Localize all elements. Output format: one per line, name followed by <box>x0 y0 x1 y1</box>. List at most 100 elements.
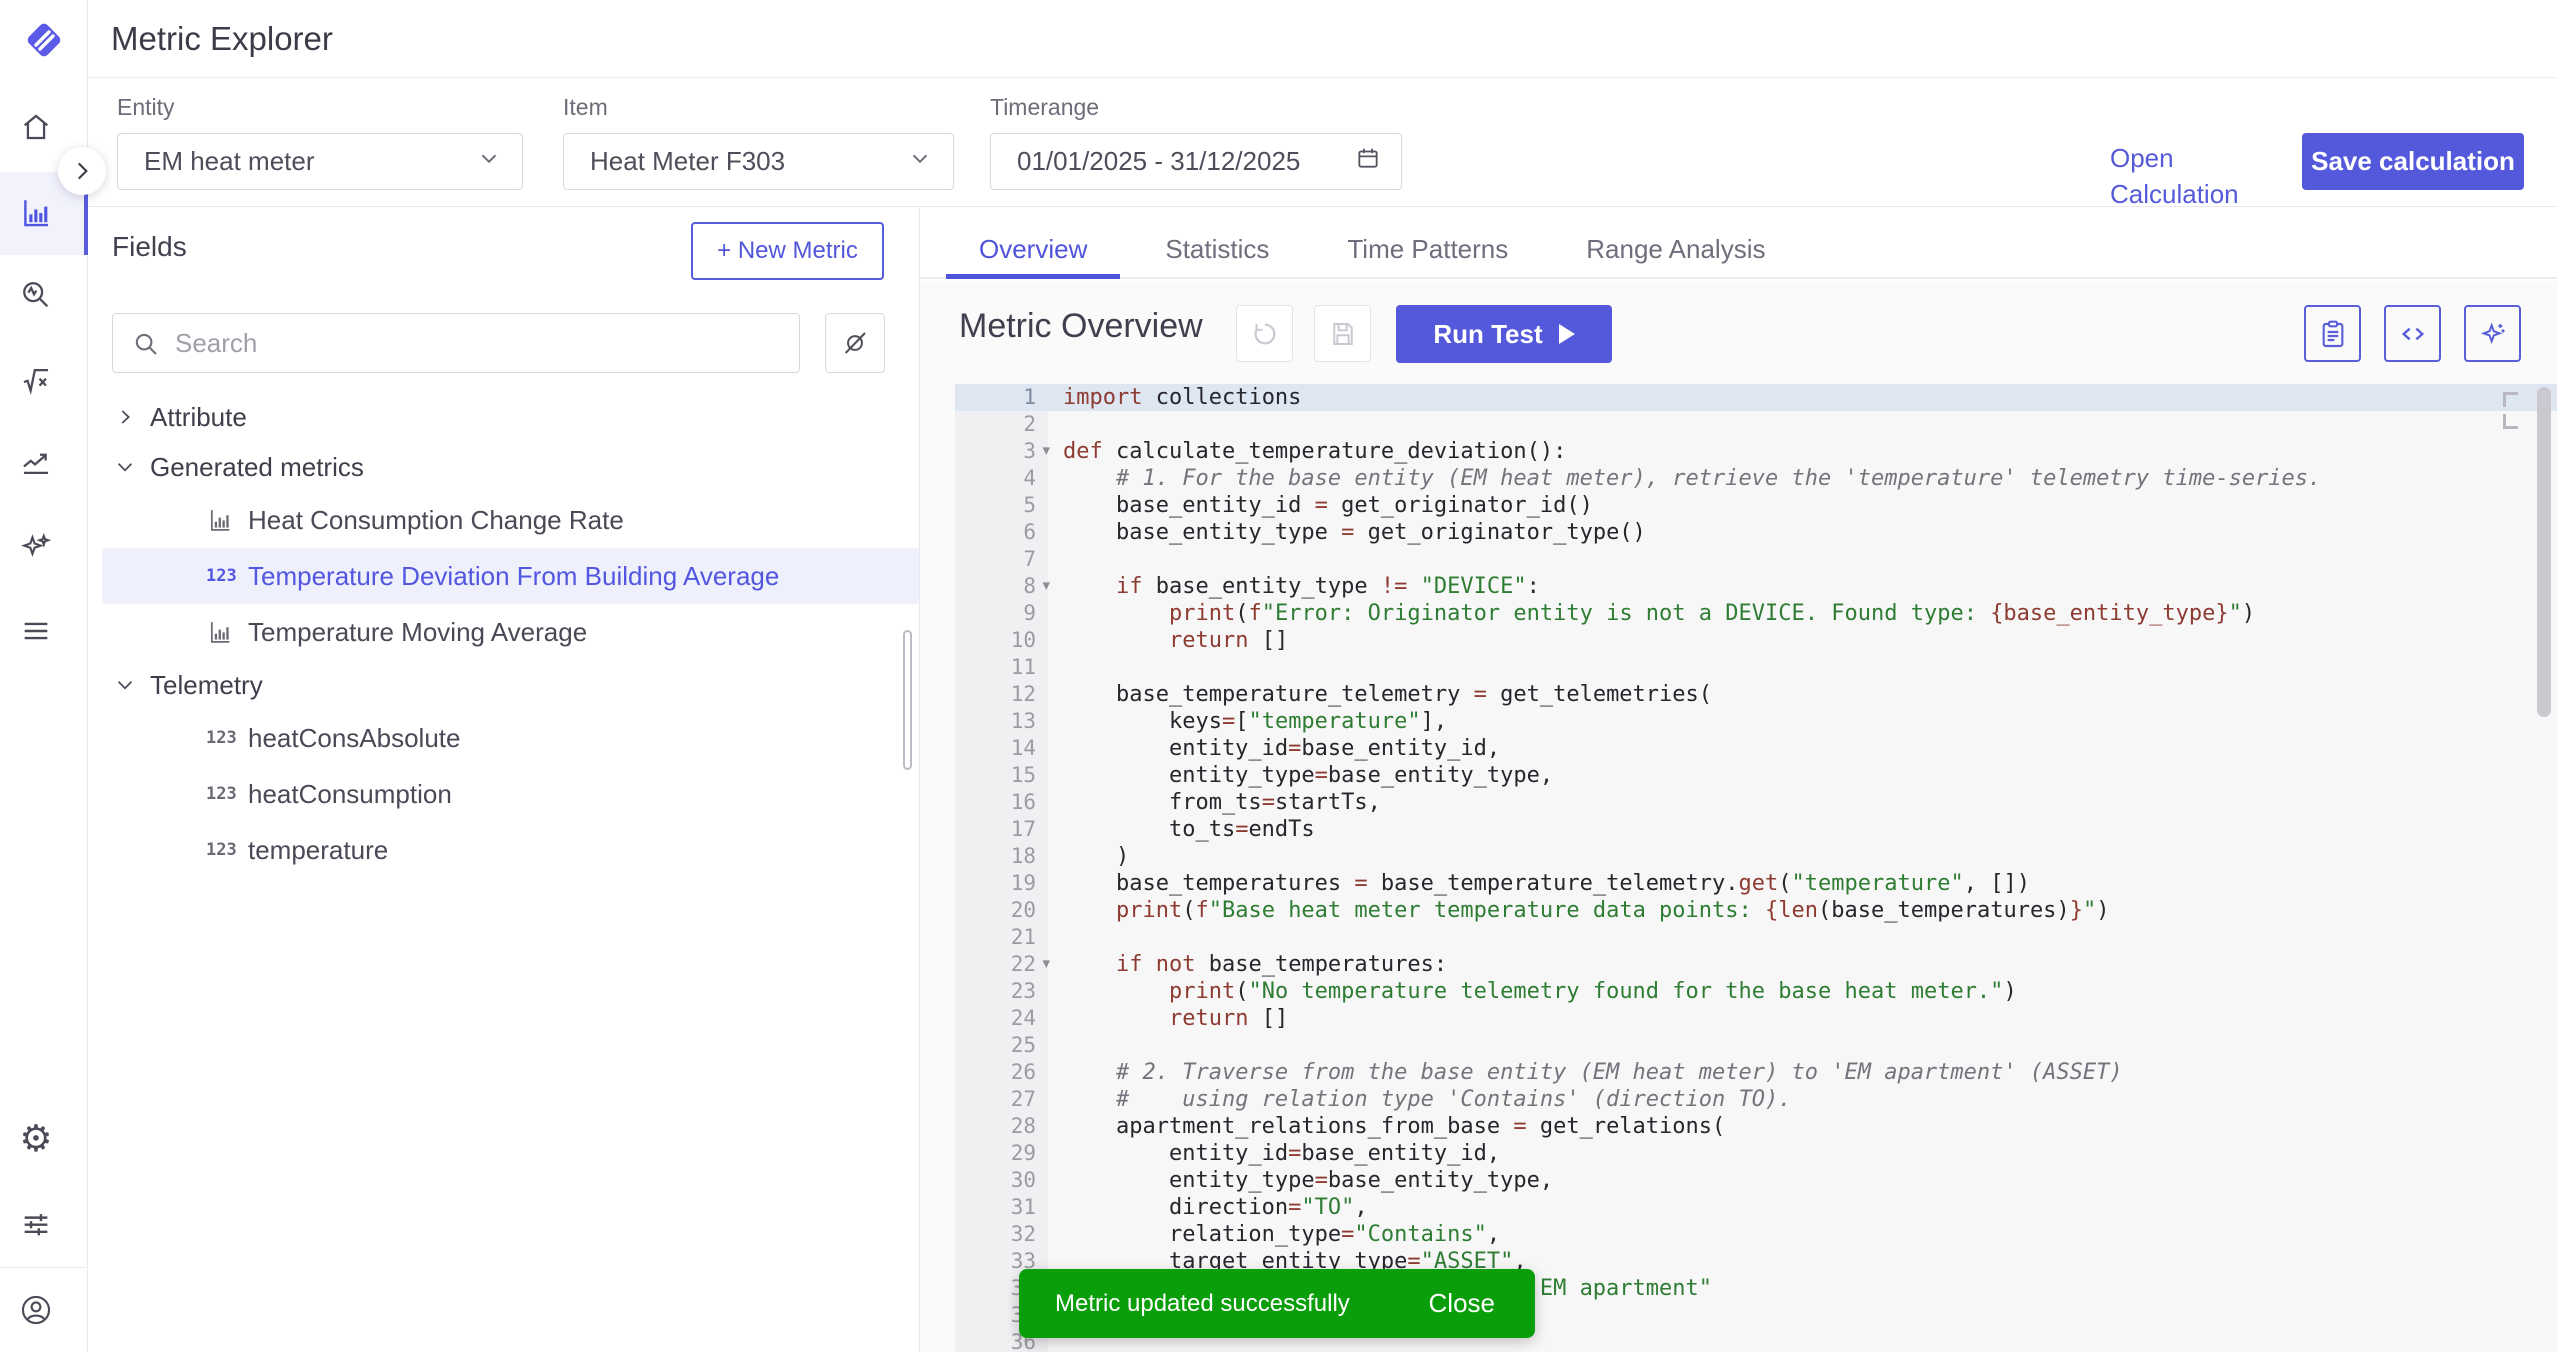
tree-section-generated-metrics[interactable]: Generated metrics <box>88 442 919 492</box>
copy-report-button[interactable] <box>2304 305 2361 362</box>
tree-section-label: Generated metrics <box>150 452 364 483</box>
chevron-down-icon <box>114 455 138 479</box>
code-line: 12 base_temperature_telemetry = get_tele… <box>955 681 2557 708</box>
tree-item-label: Temperature Deviation From Building Aver… <box>248 561 779 592</box>
line-number: 9 <box>955 600 1048 627</box>
save-draft-button[interactable] <box>1314 305 1371 362</box>
tree-section-attribute[interactable]: Attribute <box>88 392 919 442</box>
settings-gear-icon[interactable]: ⚙ <box>18 1121 54 1157</box>
line-number: 25 <box>955 1032 1048 1059</box>
code-line: 1import collections <box>955 384 2557 411</box>
line-number: 24 <box>955 1005 1048 1032</box>
tree-section-label: Attribute <box>150 402 247 433</box>
line-number: 10 <box>955 627 1048 654</box>
code-text: ) <box>1048 843 2557 870</box>
tree-item-heatconsabsolute[interactable]: 123heatConsAbsolute <box>102 710 919 766</box>
fields-panel-title: Fields <box>112 231 187 263</box>
code-line: 19 base_temperatures = base_temperature_… <box>955 870 2557 897</box>
preferences-sliders-icon[interactable] <box>18 1206 54 1242</box>
tab-overview[interactable]: Overview <box>946 221 1120 279</box>
tree-section-label: Telemetry <box>150 670 263 701</box>
refresh-icon <box>1250 319 1280 349</box>
code-text: base_temperatures = base_temperature_tel… <box>1048 870 2557 897</box>
editor-scrollbar[interactable] <box>2537 387 2551 717</box>
toast-close-button[interactable]: Close <box>1429 1288 1495 1319</box>
save-calculation-button[interactable]: Save calculation <box>2302 133 2524 190</box>
code-line: 14 entity_id=base_entity_id, <box>955 735 2557 762</box>
tree-item-heat-consumption-change-rate[interactable]: Heat Consumption Change Rate <box>102 492 919 548</box>
main-area: OverviewStatisticsTime PatternsRange Ana… <box>920 207 2557 1352</box>
fields-scrollbar[interactable] <box>903 630 912 770</box>
code-line: 15 entity_type=base_entity_type, <box>955 762 2557 789</box>
tab-statistics[interactable]: Statistics <box>1132 221 1302 279</box>
tab-range-analysis[interactable]: Range Analysis <box>1553 221 1798 279</box>
tree-item-temperature[interactable]: 123temperature <box>102 822 919 878</box>
app-logo-icon[interactable] <box>22 18 66 62</box>
item-select[interactable]: Heat Meter F303 <box>563 133 954 190</box>
user-avatar-icon[interactable] <box>18 1292 54 1328</box>
ai-assist-button[interactable] <box>2464 305 2521 362</box>
line-number: 15 <box>955 762 1048 789</box>
fold-marker-icon[interactable]: ▾ <box>1042 437 1050 464</box>
filter-bar: Entity EM heat meter Item Heat Meter F30… <box>88 78 2557 207</box>
open-calculation-link[interactable]: Open Calculation <box>2110 140 2280 176</box>
formula-sqrt-icon[interactable] <box>18 362 54 398</box>
line-number: 21 <box>955 924 1048 951</box>
code-view-button[interactable] <box>2384 305 2441 362</box>
trend-analysis-icon[interactable] <box>18 445 54 481</box>
code-text <box>1048 924 2557 951</box>
timerange-input[interactable]: 01/01/2025 - 31/12/2025 <box>990 133 1402 190</box>
code-line: 11 <box>955 654 2557 681</box>
tree-item-label: Heat Consumption Change Rate <box>248 505 624 536</box>
tree-item-temperature-moving-average[interactable]: Temperature Moving Average <box>102 604 919 660</box>
code-line: 29 entity_id=base_entity_id, <box>955 1140 2557 1167</box>
tab-time-patterns[interactable]: Time Patterns <box>1314 221 1541 279</box>
search-input[interactable] <box>175 314 789 372</box>
code-text: entity_id=base_entity_id, <box>1048 735 2557 762</box>
code-text: entity_id=base_entity_id, <box>1048 1140 2557 1167</box>
metric-overview-title: Metric Overview <box>959 307 1203 346</box>
tree-section-telemetry[interactable]: Telemetry <box>88 660 919 710</box>
code-editor[interactable]: 1import collections23▾def calculate_temp… <box>955 384 2557 1352</box>
code-text: return [] <box>1048 1005 2557 1032</box>
code-line: 24 return [] <box>955 1005 2557 1032</box>
editor-expand-icon[interactable] <box>2503 392 2529 430</box>
tree-item-temperature-deviation-from-building-average[interactable]: 123Temperature Deviation From Building A… <box>102 548 919 604</box>
entity-select[interactable]: EM heat meter <box>117 133 523 190</box>
code-line: 10 return [] <box>955 627 2557 654</box>
explore-search-icon[interactable] <box>18 277 54 313</box>
sidebar-expand-button[interactable] <box>58 147 106 195</box>
code-line: 7 <box>955 546 2557 573</box>
code-line: 4 # 1. For the base entity (EM heat mete… <box>955 465 2557 492</box>
ai-sparkles-icon[interactable] <box>18 530 54 566</box>
eye-off-icon <box>839 327 871 359</box>
fold-marker-icon[interactable]: ▾ <box>1042 572 1050 599</box>
timerange-value: 01/01/2025 - 31/12/2025 <box>1017 146 1355 177</box>
line-number: 19 <box>955 870 1048 897</box>
entity-label: Entity <box>117 94 175 121</box>
code-line: 18 ) <box>955 843 2557 870</box>
metric-explorer-nav-icon[interactable] <box>18 195 54 231</box>
item-value: Heat Meter F303 <box>590 146 907 177</box>
calendar-icon <box>1355 145 1381 178</box>
tree-item-heatconsumption[interactable]: 123heatConsumption <box>102 766 919 822</box>
fields-panel: Fields + New Metric Attribute Generated m… <box>88 207 920 1352</box>
toggle-hidden-fields-button[interactable] <box>825 313 885 373</box>
chevron-down-icon <box>476 145 502 178</box>
line-number: 7 <box>955 546 1048 573</box>
code-text: def calculate_temperature_deviation(): <box>1048 438 2557 465</box>
fold-marker-icon[interactable]: ▾ <box>1042 950 1050 977</box>
line-number: 26 <box>955 1059 1048 1086</box>
reset-button[interactable] <box>1236 305 1293 362</box>
fields-search <box>112 313 800 373</box>
menu-list-icon[interactable] <box>18 613 54 649</box>
code-text: base_entity_type = get_originator_type() <box>1048 519 2557 546</box>
line-number: 12 <box>955 681 1048 708</box>
code-text: print(f"Base heat meter temperature data… <box>1048 897 2557 924</box>
code-line: 8▾ if base_entity_type != "DEVICE": <box>955 573 2557 600</box>
line-number: 6 <box>955 519 1048 546</box>
home-icon[interactable] <box>18 109 54 145</box>
run-test-button[interactable]: Run Test <box>1396 305 1612 363</box>
line-number: 4 <box>955 465 1048 492</box>
new-metric-button[interactable]: + New Metric <box>691 222 884 280</box>
